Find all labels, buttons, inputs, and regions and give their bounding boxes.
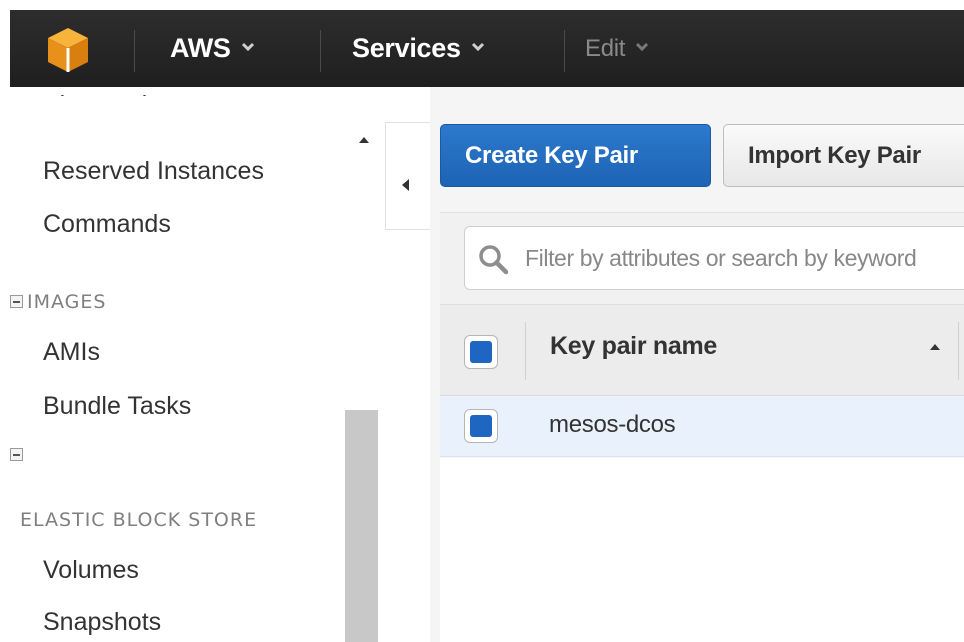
sidebar: Spot Requests Reserved Instances Command… [10, 87, 380, 642]
nav-divider [564, 30, 565, 72]
services-menu[interactable]: Services [352, 10, 485, 87]
scroll-up-arrow-icon[interactable] [359, 137, 369, 143]
collapse-sidebar-tab[interactable] [385, 122, 430, 230]
table-row[interactable] [440, 397, 964, 457]
sidebar-item-commands[interactable]: Commands [43, 210, 171, 239]
table-empty-area [440, 458, 964, 642]
aws-cube-logo-icon[interactable] [46, 26, 90, 74]
services-menu-label: Services [352, 33, 461, 63]
key-pair-name-cell: mesos-dcos [549, 411, 676, 438]
collapse-left-arrow-icon [402, 179, 409, 191]
filter-box[interactable] [464, 226, 964, 290]
nav-divider [320, 30, 321, 72]
top-nav-bar: AWS Services Edit [10, 10, 964, 87]
sidebar-item-reserved-instances[interactable]: Reserved Instances [43, 157, 264, 186]
chevron-down-icon [241, 42, 254, 51]
nav-divider [134, 30, 135, 72]
import-key-pair-button[interactable]: Import Key Pair [723, 124, 964, 187]
aws-menu[interactable]: AWS [170, 10, 255, 87]
row-checkbox[interactable] [464, 409, 498, 443]
sidebar-section-images: IMAGES [27, 291, 107, 313]
column-separator [958, 322, 959, 380]
collapse-ebs-icon[interactable] [10, 448, 23, 461]
column-header-key-pair-name[interactable]: Key pair name [550, 332, 717, 361]
sidebar-scrollbar-thumb[interactable] [345, 410, 378, 642]
create-key-pair-button[interactable]: Create Key Pair [440, 124, 711, 187]
edit-menu[interactable]: Edit [585, 10, 649, 87]
column-separator [525, 322, 526, 380]
select-all-checkbox[interactable] [464, 335, 498, 369]
sidebar-section-elastic-block-store: ELASTIC BLOCK STORE [20, 509, 258, 531]
filter-input[interactable] [525, 227, 964, 289]
sidebar-item-snapshots[interactable]: Snapshots [43, 608, 161, 637]
search-icon [479, 245, 509, 275]
chevron-down-icon [471, 42, 484, 51]
aws-menu-label: AWS [170, 33, 231, 63]
collapse-images-icon[interactable] [10, 295, 23, 308]
sidebar-item-bundle-tasks[interactable]: Bundle Tasks [43, 392, 191, 421]
sidebar-item-amis[interactable]: AMIs [43, 338, 100, 367]
chevron-down-icon [636, 42, 649, 51]
sort-ascending-icon[interactable] [930, 344, 940, 350]
sidebar-item-volumes[interactable]: Volumes [43, 556, 139, 585]
sidebar-item-spot-requests[interactable]: Spot Requests [43, 95, 207, 98]
edit-menu-label: Edit [585, 35, 626, 62]
